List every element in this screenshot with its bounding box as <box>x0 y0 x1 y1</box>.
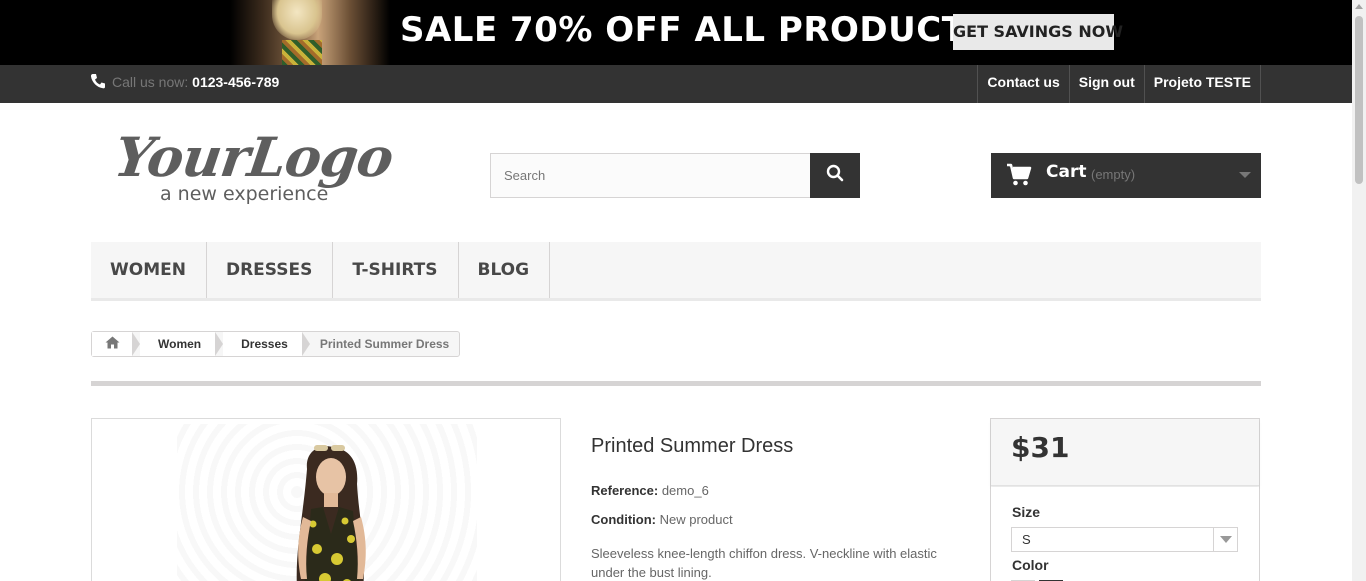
home-icon <box>105 336 120 352</box>
banner-headline: SALE 70% OFF ALL PRODUCTS <box>400 10 991 50</box>
menu-item-dresses[interactable]: DRESSES <box>207 242 334 298</box>
promo-banner[interactable]: SALE 70% OFF ALL PRODUCTS GET SAVINGS NO… <box>0 0 1352 65</box>
size-select[interactable]: S <box>1011 527 1238 552</box>
chevron-down-icon[interactable] <box>1213 528 1237 551</box>
product-photo-model <box>267 439 397 581</box>
breadcrumb-current: Printed Summer Dress <box>319 337 450 351</box>
account-link[interactable]: Projeto TESTE <box>1143 65 1261 103</box>
banner-model-image <box>230 0 390 65</box>
search-icon <box>826 164 844 187</box>
menu-item-t-shirts[interactable]: T-SHIRTS <box>333 242 459 298</box>
product-condition: Condition: New product <box>591 512 733 527</box>
product-price: $31 <box>1011 431 1070 464</box>
sign-out-link[interactable]: Sign out <box>1068 65 1144 103</box>
reference-value: demo_6 <box>661 483 709 498</box>
reference-label: Reference: <box>591 483 659 498</box>
get-savings-button[interactable]: GET SAVINGS NOW <box>953 14 1123 50</box>
top-links: Contact us Sign out Projeto TESTE <box>977 65 1261 103</box>
logo-main-text: YourLogo <box>110 125 397 189</box>
product-description: Sleeveless knee-length chiffon dress. V-… <box>591 546 937 580</box>
top-navbar: Call us now: 0123-456-789 Contact us Sig… <box>0 65 1352 103</box>
cart-label: Cart <box>1046 162 1087 182</box>
cart-icon <box>1006 163 1032 187</box>
search-form <box>490 153 860 198</box>
scroll-up-arrow-icon[interactable] <box>1355 4 1363 9</box>
breadcrumb-separator <box>132 332 140 356</box>
cart-status: (empty) <box>1091 167 1136 182</box>
breadcrumb-dresses[interactable]: Dresses <box>223 332 302 356</box>
product-image[interactable] <box>91 418 561 581</box>
site-logo[interactable]: YourLogo a new experience <box>111 125 400 210</box>
product-info: Printed Summer Dress Reference: demo_6 C… <box>591 435 951 580</box>
size-selected-value: S <box>1022 532 1031 547</box>
menu-item-women[interactable]: WOMEN <box>91 242 207 298</box>
phone-icon <box>90 73 106 89</box>
breadcrumb-women[interactable]: Women <box>140 332 216 356</box>
breadcrumb-separator <box>301 332 310 356</box>
size-label: Size <box>1012 504 1041 520</box>
breadcrumb-separator <box>215 332 224 356</box>
product-reference: Reference: demo_6 <box>591 483 709 498</box>
buy-box: $31 Size S Color <box>990 418 1260 581</box>
main-menu: WOMEN DRESSES T-SHIRTS BLOG <box>91 242 1261 301</box>
section-divider <box>91 381 1261 386</box>
cart-button[interactable]: Cart (empty) <box>991 153 1261 198</box>
search-input[interactable] <box>490 153 811 198</box>
product-title: Printed Summer Dress <box>591 435 794 457</box>
call-us: Call us now: 0123-456-789 <box>90 73 279 90</box>
condition-value: New product <box>659 512 733 527</box>
call-prefix: Call us now: <box>112 74 189 90</box>
contact-us-link[interactable]: Contact us <box>977 65 1068 103</box>
phone-number: 0123-456-789 <box>192 74 280 90</box>
menu-item-blog[interactable]: BLOG <box>459 242 551 298</box>
color-label: Color <box>1012 557 1049 573</box>
search-button[interactable] <box>810 153 860 198</box>
breadcrumb: Women Dresses Printed Summer Dress <box>91 331 461 357</box>
page-scrollbar[interactable] <box>1352 0 1366 581</box>
scrollbar-thumb[interactable] <box>1355 16 1363 184</box>
breadcrumb-home[interactable] <box>92 332 132 356</box>
price-area: $31 <box>991 419 1259 486</box>
condition-label: Condition: <box>591 512 656 527</box>
chevron-down-icon <box>1239 172 1251 178</box>
logo-tagline: a new experience <box>160 183 329 205</box>
